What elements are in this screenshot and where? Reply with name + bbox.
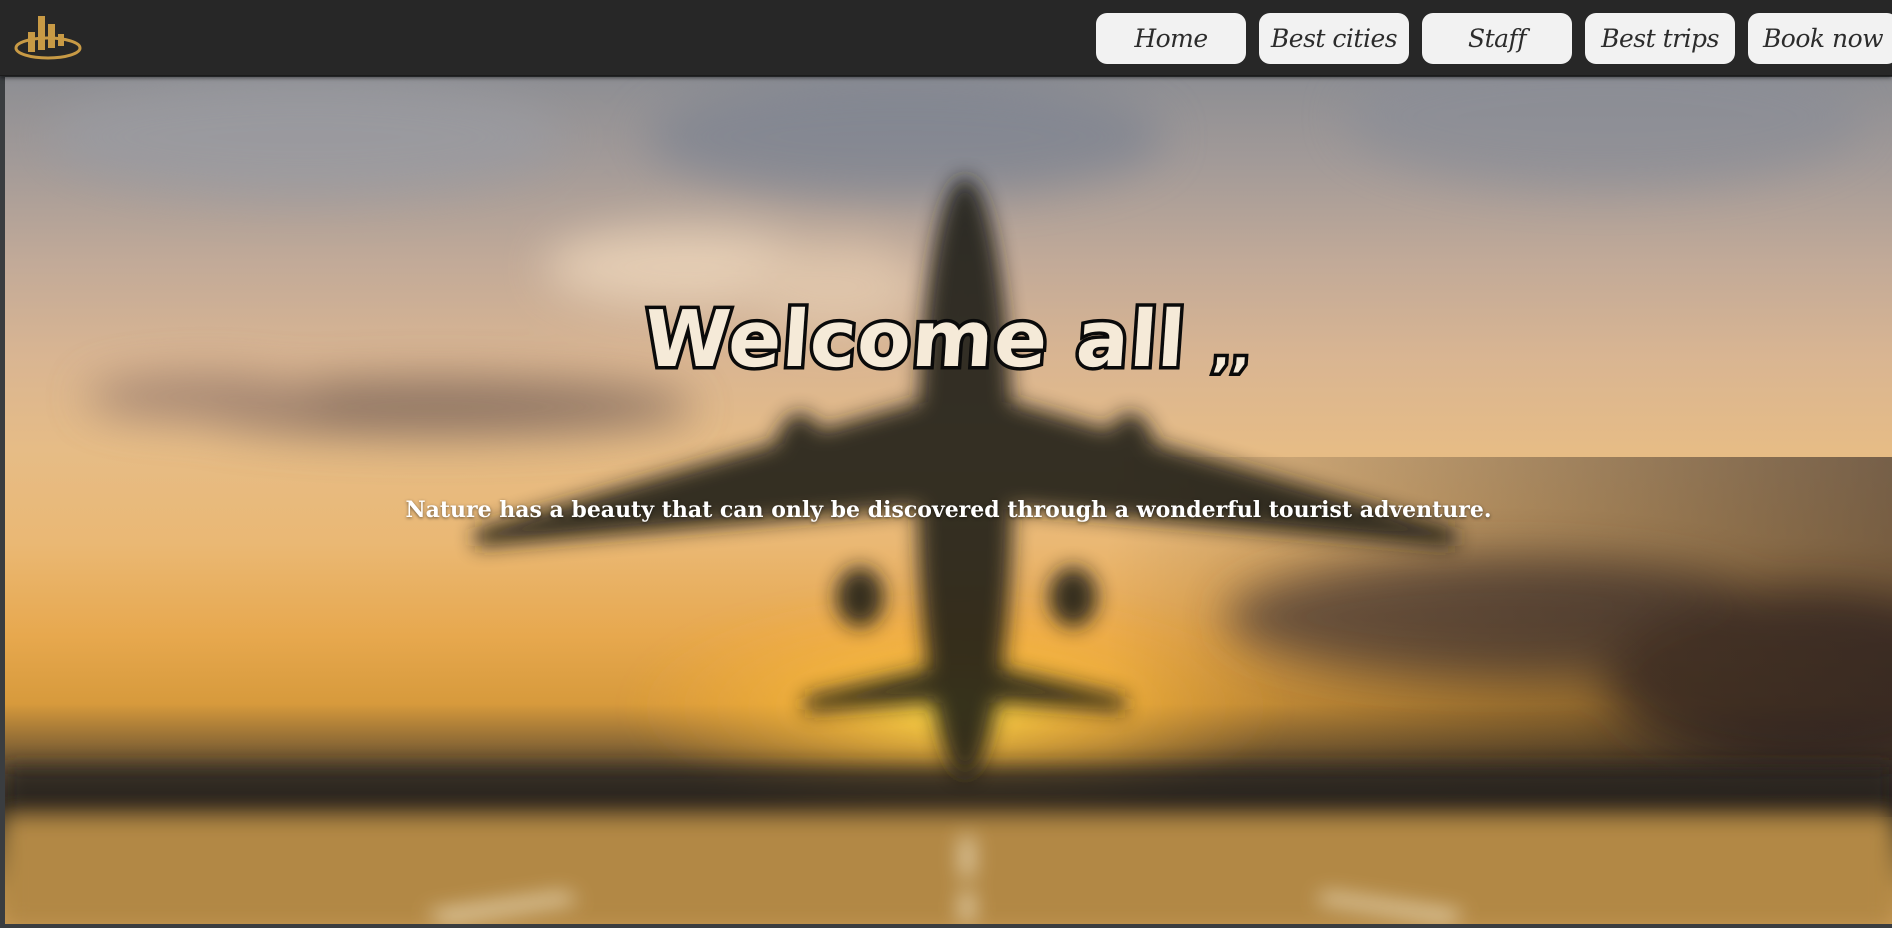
hero-title: Welcome all ,, (5, 292, 1892, 389)
nav-menu: Home Best cities Staff Best trips Book n… (1096, 13, 1892, 64)
nav-best-trips-button[interactable]: Best trips (1585, 13, 1735, 64)
nav-staff-button[interactable]: Staff (1422, 13, 1572, 64)
hero-subtitle: Nature has a beauty that can only be dis… (405, 497, 1492, 523)
nav-home-button[interactable]: Home (1096, 13, 1246, 64)
page: Home Best cities Staff Best trips Book n… (0, 0, 1892, 928)
hero-title-text: Welcome all (638, 292, 1192, 389)
nav-best-cities-button[interactable]: Best cities (1259, 13, 1409, 64)
nav-book-now-button[interactable]: Book now (1748, 13, 1892, 64)
navbar: Home Best cities Staff Best trips Book n… (0, 0, 1892, 76)
hero-title-tail: ,, (1208, 320, 1258, 381)
hero-section: Welcome all ,, Nature has a beauty that … (5, 77, 1892, 924)
buildings-logo-icon[interactable] (14, 12, 84, 60)
